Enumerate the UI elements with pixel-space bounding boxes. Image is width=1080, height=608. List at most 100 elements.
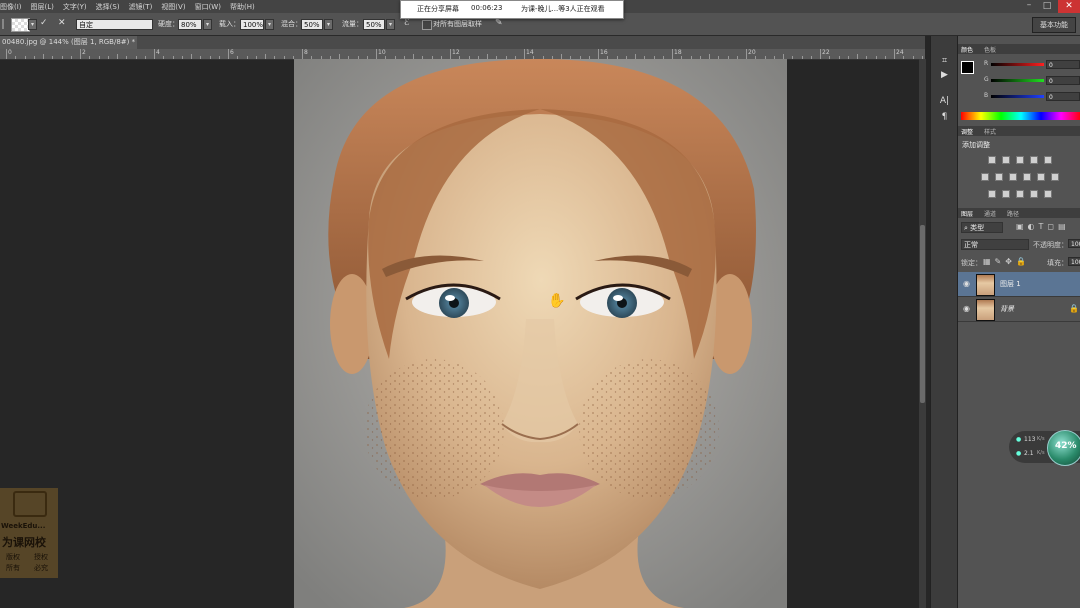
green-slider[interactable] — [991, 79, 1044, 82]
ruler-tick — [33, 56, 35, 59]
visibility-eye-icon[interactable]: ◉ — [963, 279, 972, 288]
flow-dropdown[interactable]: ▾ — [386, 19, 395, 30]
foreground-color[interactable] — [961, 61, 974, 74]
menu-window[interactable]: 窗口(W) — [195, 2, 221, 12]
green-value[interactable]: 0 — [1046, 76, 1080, 85]
color-spectrum[interactable] — [961, 112, 1080, 120]
fill-value[interactable]: 100 — [1068, 257, 1080, 266]
history-icon[interactable]: ⌗ — [939, 56, 950, 67]
mix-field[interactable]: 50% — [301, 19, 323, 30]
hue-icon[interactable] — [981, 173, 989, 181]
ruler-label: 0 — [8, 49, 12, 56]
actions-play-icon[interactable]: ▶ — [939, 70, 950, 81]
tab-swatches[interactable]: 色板 — [984, 45, 996, 54]
share-viewers[interactable]: 为课-晚儿...等3人正在观看 — [521, 4, 605, 14]
brightness-icon[interactable] — [988, 156, 996, 164]
ruler-label: 18 — [674, 49, 682, 56]
pressure-icon[interactable]: ✎ — [495, 18, 507, 30]
layer-row-background[interactable]: ◉ 背景 🔒 — [958, 297, 1080, 322]
ruler-tick — [792, 56, 794, 59]
layer-name[interactable]: 图层 1 — [1000, 279, 1021, 289]
layer-opacity-value[interactable]: 100 — [1068, 239, 1080, 248]
blue-slider[interactable] — [991, 95, 1044, 98]
watermark-brand: WeekEdu... — [1, 522, 46, 530]
network-speed-widget[interactable]: ● 113 K/s ● 2.1 K/s 42% — [1009, 430, 1080, 466]
curves-icon[interactable] — [1016, 156, 1024, 164]
tab-layers[interactable]: 图层 — [961, 209, 973, 218]
lock-icons[interactable]: ▦✎✥🔒 — [983, 257, 1030, 266]
ruler-tick — [376, 49, 377, 59]
menu-select[interactable]: 选择(S) — [96, 2, 120, 12]
selective-color-icon[interactable] — [1044, 190, 1052, 198]
layer-row-1[interactable]: ◉ 图层 1 — [958, 272, 1080, 297]
tab-paths[interactable]: 路径 — [1007, 209, 1019, 218]
share-time: 00:06:23 — [471, 4, 503, 12]
visibility-eye-icon[interactable]: ◉ — [963, 304, 972, 313]
strength-dropdown[interactable]: ▾ — [265, 19, 274, 30]
blend-mode-select[interactable]: 正常 — [961, 239, 1029, 250]
hardness-field[interactable]: 80% — [178, 19, 202, 30]
sample-all-checkbox[interactable] — [422, 20, 432, 30]
exposure-icon[interactable] — [1030, 156, 1038, 164]
hardness-dropdown[interactable]: ▾ — [203, 19, 212, 30]
clear-icon[interactable]: ✕ — [58, 18, 70, 30]
mix-dropdown[interactable]: ▾ — [324, 19, 333, 30]
tab-color[interactable]: 颜色 — [961, 45, 973, 54]
watermark-text: 所有 — [6, 564, 20, 572]
ruler-tick — [181, 56, 183, 59]
layer-thumbnail — [976, 299, 995, 321]
ruler-tick — [912, 56, 914, 59]
threshold-icon[interactable] — [1016, 190, 1024, 198]
scrollbar-thumb[interactable] — [920, 225, 925, 403]
red-slider[interactable] — [991, 63, 1044, 66]
menu-layer[interactable]: 图层(L) — [31, 2, 54, 12]
image-canvas[interactable]: ✋ — [294, 59, 787, 608]
mode-select[interactable]: 自定 — [76, 19, 153, 30]
layer-filter-icons[interactable]: ▣◐T◻▤ — [1016, 222, 1070, 231]
black-white-icon[interactable] — [1009, 173, 1017, 181]
vibrance-icon[interactable] — [1044, 156, 1052, 164]
ruler-label: 6 — [230, 49, 234, 56]
ruler-tick — [154, 49, 155, 59]
ruler-tick — [70, 56, 72, 59]
tab-adjustments[interactable]: 调整 — [961, 127, 973, 136]
menu-image[interactable]: 图像(I) — [0, 2, 22, 12]
lock-label: 锁定： — [961, 259, 982, 267]
ruler-tick — [302, 49, 303, 59]
menu-view[interactable]: 视图(V) — [161, 2, 185, 12]
ruler-tick — [810, 56, 812, 59]
invert-icon[interactable] — [988, 190, 996, 198]
ruler-tick — [847, 56, 849, 59]
layer-name[interactable]: 背景 — [1000, 304, 1014, 314]
layer-filter-select[interactable]: ⌕ 类型 — [961, 222, 1003, 233]
flow-field[interactable]: 50% — [363, 19, 385, 30]
photo-filter-icon[interactable] — [1023, 173, 1031, 181]
ruler-label: 2 — [82, 49, 86, 56]
weekedu-watermark: WeekEdu... 为课网校 版权 授权 所有 必究 — [0, 488, 58, 578]
airbrush-icon[interactable]: ℰ — [404, 18, 416, 30]
menu-filter[interactable]: 滤镜(T) — [129, 2, 153, 12]
close-icon[interactable]: ✕ — [1058, 0, 1080, 13]
strength-field[interactable]: 100% — [240, 19, 264, 30]
levels-icon[interactable] — [1002, 156, 1010, 164]
document-tab[interactable]: 00480.jpg @ 144% (图层 1, RGB/8#) * — [0, 36, 137, 49]
color-balance-icon[interactable] — [995, 173, 1003, 181]
maximize-icon[interactable]: □ — [1040, 0, 1054, 13]
tab-channels[interactable]: 通道 — [984, 209, 996, 218]
menu-type[interactable]: 文字(Y) — [63, 2, 87, 12]
tab-styles[interactable]: 样式 — [984, 127, 996, 136]
channel-mixer-icon[interactable] — [1037, 173, 1045, 181]
paragraph-icon[interactable]: ¶ — [939, 112, 950, 123]
workspace-button[interactable]: 基本功能 — [1032, 17, 1076, 33]
character-icon[interactable]: A| — [939, 96, 950, 107]
blue-value[interactable]: 0 — [1046, 92, 1080, 101]
gradient-map-icon[interactable] — [1030, 190, 1038, 198]
minimize-icon[interactable]: – — [1022, 0, 1036, 13]
color-lookup-icon[interactable] — [1051, 173, 1059, 181]
ruler-tick — [801, 56, 803, 59]
menu-help[interactable]: 帮助(H) — [230, 2, 255, 12]
brush-check-icon[interactable]: ✓ — [40, 18, 52, 30]
red-value[interactable]: 0 — [1046, 60, 1080, 69]
pattern-dropdown[interactable]: ▾ — [28, 19, 37, 30]
posterize-icon[interactable] — [1002, 190, 1010, 198]
